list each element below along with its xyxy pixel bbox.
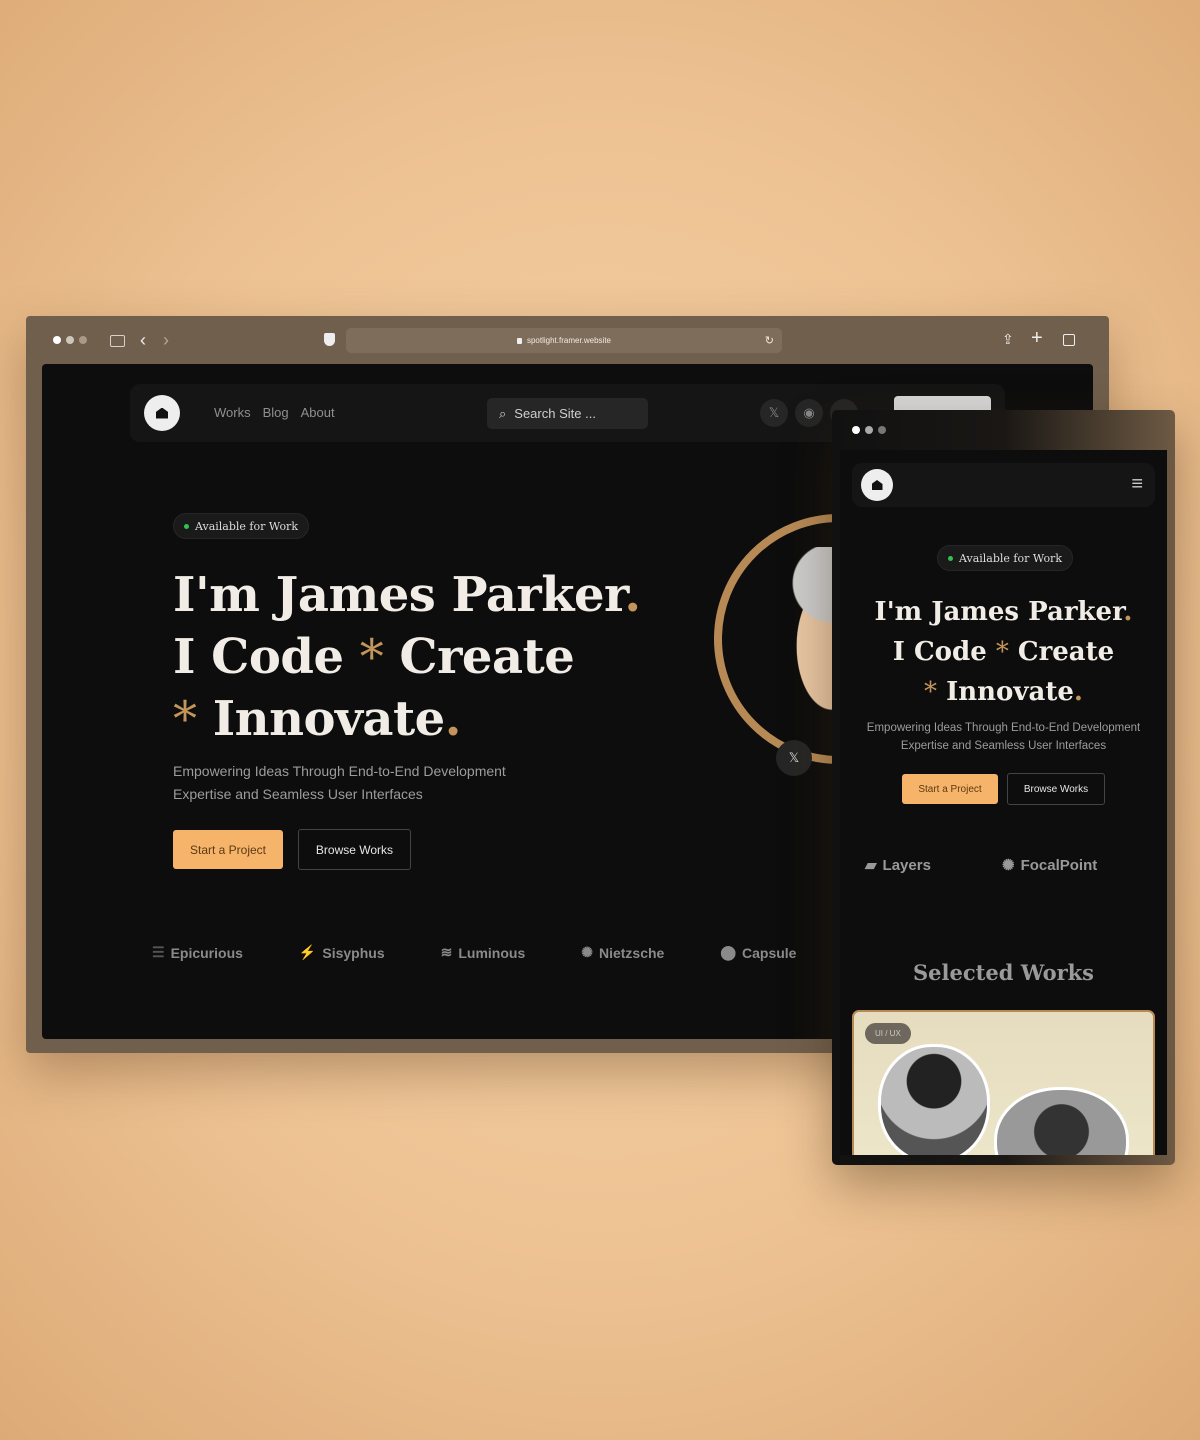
brand-luminous: ≋ Luminous: [440, 944, 526, 961]
brand-epicurious: ☰ Epicurious: [152, 944, 243, 961]
home-icon: [871, 480, 883, 490]
start-project-button[interactable]: Start a Project: [173, 830, 283, 869]
epicurious-icon: ☰: [152, 944, 165, 960]
mobile-page: ≡ Available for Work I'm James Parker. I…: [840, 450, 1167, 1155]
luminous-icon: ≋: [440, 944, 453, 960]
x-social-icon[interactable]: 𝕏: [760, 399, 788, 427]
browse-works-button[interactable]: Browse Works: [1007, 773, 1105, 805]
browse-works-button[interactable]: Browse Works: [298, 829, 411, 870]
back-icon[interactable]: ‹: [140, 330, 146, 351]
home-icon: [156, 407, 168, 419]
hamburger-menu-icon[interactable]: ≡: [1131, 473, 1143, 496]
section-title: Selected Works: [912, 960, 1095, 985]
window-controls[interactable]: [852, 426, 886, 434]
availability-badge: Available for Work: [173, 513, 309, 539]
nav-link-works[interactable]: Works: [214, 405, 251, 420]
sidebar-toggle-icon[interactable]: [110, 335, 125, 347]
address-bar[interactable]: spotlight.framer.website ↻: [346, 328, 782, 353]
new-tab-icon[interactable]: +: [1031, 327, 1043, 350]
url-text: spotlight.framer.website: [526, 336, 612, 345]
search-icon: ⌕: [499, 405, 507, 421]
github-icon[interactable]: ◉: [795, 399, 823, 427]
search-input[interactable]: ⌕ Search Site ...: [487, 398, 648, 429]
status-dot: [184, 523, 189, 529]
capsule-icon: ⬤: [720, 944, 736, 960]
brand-nietzsche: ✺ Nietzsche: [581, 944, 665, 961]
sunburst-icon: ✺: [1002, 857, 1015, 874]
sunburst-icon: ✺: [581, 944, 593, 960]
window-controls[interactable]: [53, 336, 87, 344]
reload-icon[interactable]: ↻: [765, 334, 774, 347]
hero-subtitle: Empowering Ideas Through End-to-End Deve…: [866, 722, 1141, 752]
brand-layers: ▰ Layers: [865, 856, 931, 875]
hero-heading: I'm James Parker. I Code * Create * Inno…: [173, 567, 641, 747]
brand-focalpoint: ✺ FocalPoint: [1002, 856, 1098, 875]
category-tag: UI / UX: [865, 1023, 911, 1044]
brand-logos: ☰ Epicurious ⚡ Sisyphus ≋ Luminous ✺ Nietzsc…: [152, 944, 796, 961]
start-project-button[interactable]: Start a Project: [902, 774, 998, 804]
mobile-navbar: ≡: [852, 463, 1155, 507]
hero-subtitle: Empowering Ideas Through End-to-End Deve…: [173, 763, 506, 802]
brand-sisyphus: ⚡ Sisyphus: [298, 944, 385, 961]
mobile-browser-window: ≡ Available for Work I'm James Parker. I…: [832, 410, 1175, 1165]
home-logo[interactable]: [144, 395, 180, 431]
bolt-icon: ⚡: [298, 944, 317, 960]
forward-icon[interactable]: ›: [163, 330, 169, 351]
work-card[interactable]: UI / UX: [852, 1010, 1155, 1155]
nav-link-about[interactable]: About: [301, 405, 335, 420]
brand-capsule: ⬤ Capsule: [720, 944, 797, 961]
home-logo[interactable]: [861, 469, 893, 501]
availability-badge: Available for Work: [937, 545, 1073, 571]
lock-icon: [516, 337, 522, 344]
layers-icon: ▰: [865, 857, 877, 874]
nav-link-blog[interactable]: Blog: [263, 405, 289, 420]
hero-heading: I'm James Parker. I Code * Create * Inno…: [874, 597, 1133, 707]
avatar-x-icon[interactable]: 𝕏: [776, 740, 812, 776]
share-icon[interactable]: ⇪: [1002, 331, 1014, 348]
shield-icon[interactable]: [324, 333, 335, 346]
tabs-overview-icon[interactable]: [1063, 334, 1075, 346]
work-image: [878, 1044, 990, 1155]
work-image: [994, 1087, 1129, 1155]
